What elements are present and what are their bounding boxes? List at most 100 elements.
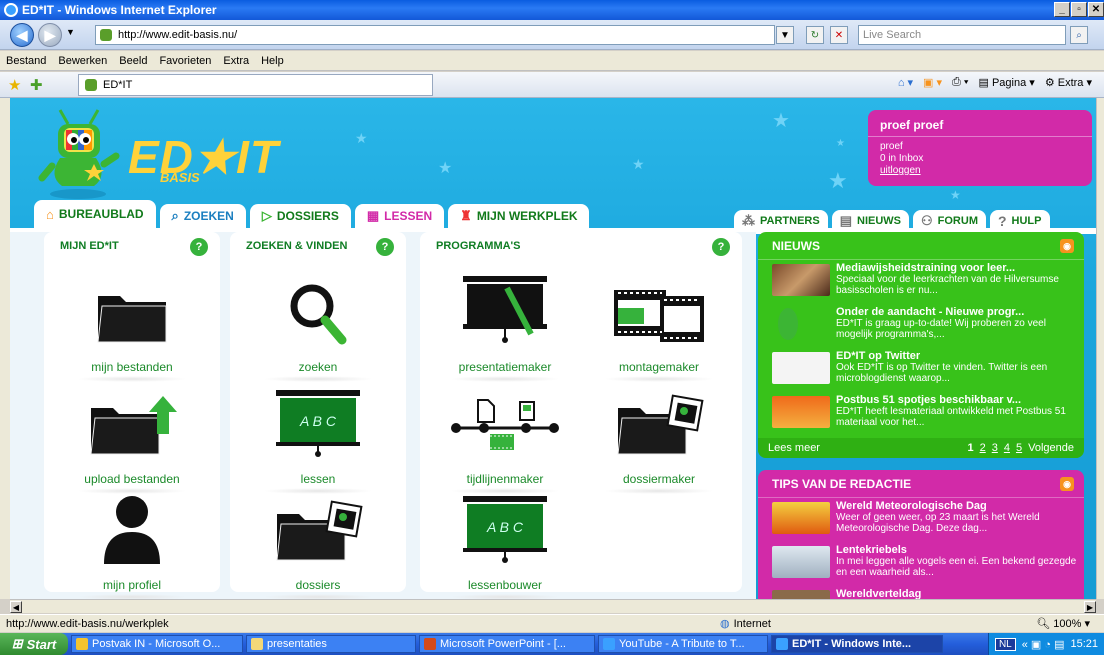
item-lessenbouwer[interactable]: A B C lessenbouwer xyxy=(430,490,580,599)
page-5-link[interactable]: 5 xyxy=(1016,442,1022,454)
photo-folder-icon xyxy=(276,500,363,561)
tip-item[interactable]: Lentekriebels In mei leggen alle vogels e… xyxy=(758,542,1084,586)
item-presentatiemaker[interactable]: presentatiemaker xyxy=(430,272,580,382)
language-indicator[interactable]: NL xyxy=(994,637,1016,651)
maximize-button[interactable]: ▫ xyxy=(1071,2,1087,17)
workplace-icon: ♜ xyxy=(460,208,472,223)
profile-icon xyxy=(104,496,160,564)
item-mijn-bestanden[interactable]: mijn bestanden xyxy=(57,272,207,382)
clock[interactable]: 15:21 xyxy=(1070,638,1098,650)
next-page-link[interactable]: Volgende xyxy=(1028,442,1074,454)
menu-extra[interactable]: Extra xyxy=(223,55,249,67)
task-outlook[interactable]: Postvak IN - Microsoft O... xyxy=(71,635,243,653)
item-dossiers[interactable]: dossiers xyxy=(243,490,393,599)
menu-bewerken[interactable]: Bewerken xyxy=(58,55,107,67)
item-tijdlijnenmaker[interactable]: tijdlijnenmaker xyxy=(430,384,580,494)
news-item[interactable]: Postbus 51 spotjes beschikbaar v... ED*IT… xyxy=(758,392,1084,436)
page-3-link[interactable]: 3 xyxy=(992,442,998,454)
history-dropdown-icon[interactable]: ▼ xyxy=(66,27,75,37)
tab-dossiers[interactable]: ▷ DOSSIERS xyxy=(249,204,351,228)
news-icon: ▤ xyxy=(839,213,852,228)
scroll-right-icon[interactable]: ▶ xyxy=(1084,601,1096,613)
task-presentaties[interactable]: presentaties xyxy=(246,635,416,653)
add-favorite-icon[interactable]: ✚ xyxy=(30,76,43,94)
tools-menu[interactable]: ⚙ Extra ▾ xyxy=(1045,76,1092,89)
help-icon[interactable]: ? xyxy=(376,238,394,256)
scroll-left-icon[interactable]: ◀ xyxy=(10,601,22,613)
main-tabs: ⌂ BUREAUBLAD ⌕ ZOEKEN ▷ DOSSIERS ▦ LESSEN ♜ M… xyxy=(34,200,590,228)
vertical-scrollbar[interactable] xyxy=(1096,98,1104,599)
mascot-logo[interactable] xyxy=(38,106,128,204)
rss-icon[interactable]: ◉ xyxy=(1060,477,1074,491)
tab-bureaublad[interactable]: ⌂ BUREAUBLAD xyxy=(34,200,156,228)
menu-bestand[interactable]: Bestand xyxy=(6,55,46,67)
stop-icon[interactable]: ✕ xyxy=(830,26,848,44)
address-field[interactable]: http://www.edit-basis.nu/ xyxy=(95,25,775,45)
page-2-link[interactable]: 2 xyxy=(980,442,986,454)
window-titlebar[interactable]: ED*IT - Windows Internet Explorer _ ▫ ✕ xyxy=(0,0,1104,20)
status-bar: http://www.edit-basis.nu/werkplek ◍ Inter… xyxy=(0,614,1104,632)
print-icon[interactable]: ⎙ ▾ xyxy=(952,76,968,89)
tip-item[interactable]: Wereld Meteorologische Dag Weer of geen w… xyxy=(758,498,1084,542)
browser-tab[interactable]: ED*IT xyxy=(78,74,433,96)
search-icon[interactable]: ⌕ xyxy=(1070,26,1088,44)
item-montagemaker[interactable]: montagemaker xyxy=(584,272,734,382)
tab-zoeken[interactable]: ⌕ ZOEKEN xyxy=(159,204,246,228)
tip-item[interactable]: Wereldverteldag xyxy=(758,586,1084,599)
item-zoeken[interactable]: zoeken xyxy=(243,272,393,382)
item-dossiermaker[interactable]: dossiermaker xyxy=(584,384,734,494)
zoom-level[interactable]: 🔍︎ 100% ▾ xyxy=(1036,617,1104,630)
page-1-link[interactable]: 1 xyxy=(967,442,973,454)
news-panel: NIEUWS ◉ Mediawijsheidstraining voor leer… xyxy=(758,232,1084,458)
tab-favicon-icon xyxy=(85,79,97,91)
inbox-count[interactable]: 0 in Inbox xyxy=(868,153,1092,165)
item-mijn-profiel[interactable]: mijn profiel xyxy=(57,490,207,599)
blackboard-icon: A B C xyxy=(463,496,547,563)
news-item[interactable]: ED*IT op Twitter Ook ED*IT is op Twitter … xyxy=(758,348,1084,392)
partners-icon: ⁂ xyxy=(742,213,755,228)
item-upload-bestanden[interactable]: upload bestanden xyxy=(57,384,207,494)
address-dropdown-button[interactable]: ▼ xyxy=(776,26,794,44)
read-more-link[interactable]: Lees meer xyxy=(768,442,820,454)
horizontal-scrollbar[interactable]: ◀ ▶ xyxy=(10,599,1096,613)
menu-help[interactable]: Help xyxy=(261,55,284,67)
menu-beeld[interactable]: Beeld xyxy=(119,55,147,67)
taskbar: ⊞ Start Postvak IN - Microsoft O... prese… xyxy=(0,633,1104,655)
page-menu[interactable]: ▤ Pagina ▾ xyxy=(979,76,1035,89)
task-powerpoint[interactable]: Microsoft PowerPoint - [... xyxy=(419,635,595,653)
tab-title: ED*IT xyxy=(103,79,133,91)
address-url: http://www.edit-basis.nu/ xyxy=(118,29,238,41)
news-item[interactable]: Mediawijsheidstraining voor leer... Speci… xyxy=(758,260,1084,304)
forward-button[interactable]: ▶ xyxy=(38,23,62,47)
feeds-icon[interactable]: ▣ ▾ xyxy=(923,76,942,89)
tab-lessen[interactable]: ▦ LESSEN xyxy=(354,204,445,228)
card-mijn-edit: MIJN ED*IT ? mijn bestanden upload besta… xyxy=(44,232,220,599)
back-button[interactable]: ◀ xyxy=(10,23,34,47)
close-button[interactable]: ✕ xyxy=(1088,2,1104,17)
news-item[interactable]: Onder de aandacht - Nieuwe progr... ED*IT… xyxy=(758,304,1084,348)
presentation-icon xyxy=(463,276,547,343)
start-button[interactable]: ⊞ Start xyxy=(0,633,68,655)
news-thumbnail xyxy=(778,308,798,340)
task-edit-ie[interactable]: ED*IT - Windows Inte... xyxy=(771,635,943,653)
tab-mijn-werkplek[interactable]: ♜ MIJN WERKPLEK xyxy=(448,204,590,228)
logout-link[interactable]: uitloggen xyxy=(868,165,1092,177)
user-panel: proef proef proef 0 in Inbox uitloggen xyxy=(868,110,1092,186)
rss-icon[interactable]: ◉ xyxy=(1060,239,1074,253)
site-logo-text[interactable]: ED★IT xyxy=(128,130,279,184)
search-input[interactable]: Live Search xyxy=(858,25,1066,45)
help-icon[interactable]: ? xyxy=(190,238,208,256)
news-thumbnail xyxy=(772,396,830,428)
item-lessen[interactable]: A B C lessen xyxy=(243,384,393,494)
refresh-icon[interactable]: ↻ xyxy=(806,26,824,44)
favorites-star-icon[interactable]: ★ xyxy=(8,76,21,94)
home-button-icon[interactable]: ⌂ ▾ xyxy=(898,76,913,89)
task-youtube[interactable]: YouTube - A Tribute to T... xyxy=(598,635,768,653)
minimize-button[interactable]: _ xyxy=(1054,2,1070,17)
search-icon: ⌕ xyxy=(171,208,179,223)
menu-favorieten[interactable]: Favorieten xyxy=(159,55,211,67)
tray-icons[interactable]: « ▣ ◔ ▤ xyxy=(1022,638,1065,651)
page-4-link[interactable]: 4 xyxy=(1004,442,1010,454)
home-icon: ⌂ xyxy=(46,206,54,222)
help-icon[interactable]: ? xyxy=(712,238,730,256)
